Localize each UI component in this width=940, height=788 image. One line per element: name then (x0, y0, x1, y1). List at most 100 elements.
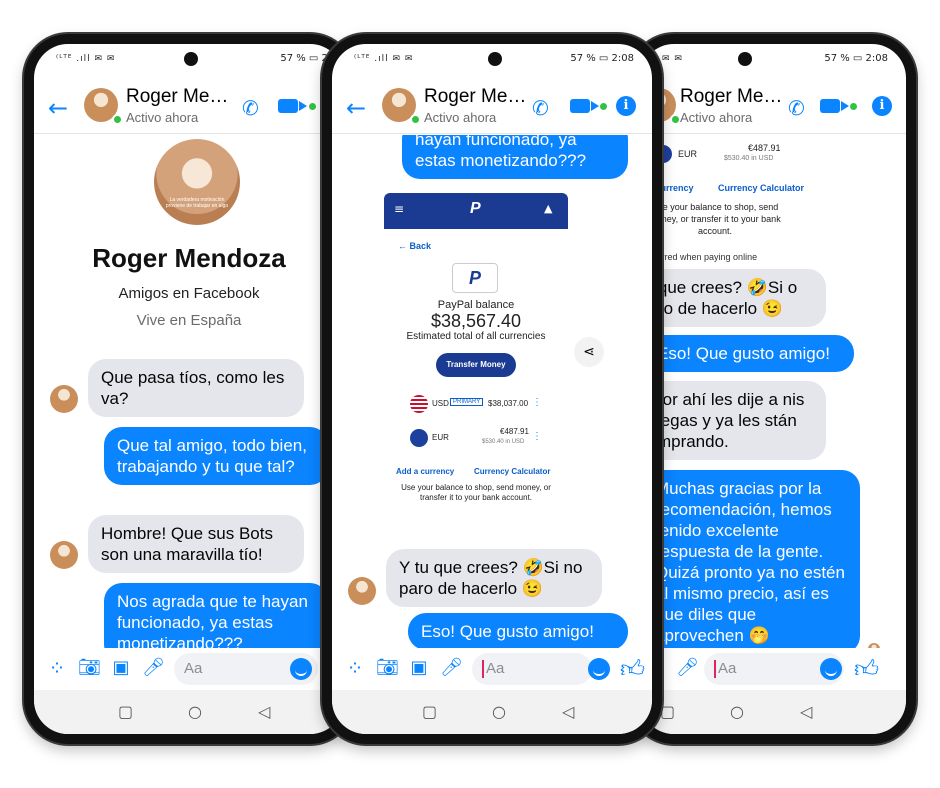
gallery-icon[interactable]: ▣ (408, 657, 430, 679)
sender-avatar (50, 385, 78, 413)
message-incoming: a por ahí les dije a nis colegas y ya le… (640, 381, 826, 460)
menu-icon[interactable]: ≡ (394, 202, 404, 216)
profile-photo[interactable]: La verdadera motivación proviene de trab… (154, 139, 240, 225)
gallery-icon[interactable]: ▣ (110, 657, 132, 679)
apps-grid-icon[interactable]: ⁘ (46, 657, 68, 679)
like-thumb-icon[interactable]: 👍︎ (854, 655, 879, 684)
sender-avatar (348, 577, 376, 605)
paypal-topbar: ≡ P ▲ (384, 193, 568, 229)
video-call-icon[interactable] (820, 99, 849, 113)
recents-button[interactable]: ▢ (422, 702, 437, 721)
like-thumb-icon[interactable]: 👍︎ (620, 655, 645, 684)
usd-primary-badge: PRIMARY (450, 398, 484, 406)
home-button[interactable]: ○ (492, 702, 506, 721)
transfer-money-button[interactable]: Transfer Money (436, 353, 516, 377)
eur-amount: €487.91 (748, 143, 781, 153)
info-icon[interactable]: i (616, 96, 636, 116)
back-nav-button[interactable]: ◁ (562, 702, 574, 721)
home-button[interactable]: ○ (188, 702, 202, 721)
message-incoming: Hombre! Que sus Bots son una maravilla t… (88, 515, 304, 573)
paypal-screenshot: EUR €487.91 $530.40 in USD d a currency … (640, 135, 810, 262)
composer: ▣ 🎤︎ Aa 👍︎ (640, 648, 906, 690)
home-button[interactable]: ○ (730, 702, 744, 721)
eur-code: EUR (678, 149, 698, 159)
currency-calculator-link[interactable]: Currency Calculator (718, 183, 804, 193)
balance-label: PayPal balance (437, 299, 515, 311)
paypal-back-text: Back (409, 241, 432, 251)
composer: ⁘ 📷︎ ▣ 🎤︎ Aa 👍︎ (332, 648, 652, 690)
online-indicator (410, 114, 421, 125)
front-camera (738, 52, 752, 66)
message-outgoing: Eso! Que gusto amigo! (644, 335, 854, 372)
chat-content: EUR €487.91 $530.40 in USD d a currency … (640, 135, 906, 648)
back-nav-button[interactable]: ◁ (258, 702, 270, 721)
contact-status: Activo ahora (126, 110, 199, 125)
emoji-icon[interactable] (820, 658, 842, 680)
composer: ⁘ 📷︎ ▣ 🎤︎ Aa (34, 648, 344, 690)
front-camera (184, 52, 198, 66)
contact-name[interactable]: Roger Me… (126, 86, 228, 108)
contact-status: Activo ahora (680, 110, 753, 125)
usd-more-icon[interactable]: ⋮ (532, 397, 542, 408)
eur-code: EUR (432, 433, 449, 442)
balance-note: Use your balance to shop, send money, or… (649, 202, 781, 236)
profile-friends: Amigos en Facebook (118, 285, 260, 302)
profile-name: Roger Mendoza (92, 243, 286, 273)
eur-more-icon[interactable]: ⋮ (532, 431, 542, 442)
recents-button[interactable]: ▢ (118, 702, 133, 721)
system-nav-bar: ▢ ○ ◁ (34, 690, 344, 734)
info-icon[interactable]: i (872, 96, 892, 116)
battery-time: 57 % ▭ 2:08 (570, 53, 634, 64)
back-nav-button[interactable]: ◁ (800, 702, 812, 721)
emoji-icon[interactable] (290, 658, 312, 680)
status-bar: ⁽ᴸᵀᴱ .ıll ✉ ✉ 57 % ▭ 2:08 (332, 44, 652, 74)
camera-icon[interactable]: 📷︎ (376, 657, 399, 679)
balance-note: Use your balance to shop, send money, or… (401, 483, 551, 502)
recents-button[interactable]: ▢ (660, 702, 675, 721)
message-input[interactable]: Aa (472, 653, 592, 685)
message-incoming: Y tu que crees? 🤣Si no paro de hacerlo 😉 (386, 549, 602, 607)
text-caret (714, 660, 716, 679)
phone-call-icon[interactable]: ✆ (532, 96, 549, 120)
contact-name[interactable]: Roger Me… (680, 86, 782, 108)
phone-call-icon[interactable]: ✆ (242, 96, 259, 120)
back-arrow-icon[interactable]: ← (346, 94, 366, 122)
chat-content: La verdadera motivación proviene de trab… (34, 135, 344, 648)
chat-content: hayan funcionado, ya estas monetizando??… (332, 135, 652, 648)
currency-calculator-link[interactable]: Currency Calculator (474, 467, 550, 476)
apps-grid-icon[interactable]: ⁘ (344, 657, 366, 679)
microphone-icon[interactable]: 🎤︎ (142, 657, 165, 679)
eur-sub: $530.40 in USD (482, 439, 525, 445)
online-indicator (112, 114, 123, 125)
chat-header: Roger Me… Activo ahora ✆ i (640, 80, 906, 134)
back-arrow-icon[interactable]: ← (48, 94, 68, 122)
microphone-icon[interactable]: 🎤︎ (676, 657, 699, 679)
message-outgoing: Nos agrada que te hayan funcionado, ya e… (104, 583, 328, 648)
camera-icon[interactable]: 📷︎ (78, 657, 101, 679)
status-bar: ⁽ᴸᵀᴱ .ıll ✉ ✉ 57 % ▭ 2:07 (34, 44, 344, 74)
message-outgoing: Que tal amigo, todo bien, trabajando y t… (104, 427, 328, 485)
phone-3: ✉ ✉ 57 % ▭ 2:08 Roger Me… Activo ahora ✆… (630, 34, 916, 744)
front-camera (488, 52, 502, 66)
add-currency-link[interactable]: Add a currency (396, 467, 454, 476)
emoji-icon[interactable] (588, 658, 610, 680)
video-call-icon[interactable] (278, 99, 307, 113)
phone-call-icon[interactable]: ✆ (788, 96, 805, 120)
active-dot (600, 103, 607, 110)
contact-name[interactable]: Roger Me… (424, 86, 526, 108)
signal-icons: ⁽ᴸᵀᴱ .ıll ✉ ✉ (354, 54, 414, 64)
eur-amount: €487.91 (500, 427, 529, 436)
phone-1-screen: ⁽ᴸᵀᴱ .ıll ✉ ✉ 57 % ▭ 2:07 ← Roger Me… Ac… (34, 44, 344, 734)
paypal-back-link[interactable]: ← Back (398, 241, 431, 251)
paypal-badge-icon: P (452, 263, 498, 293)
message-outgoing: hayan funcionado, ya estas monetizando??… (402, 135, 628, 179)
sender-avatar (50, 541, 78, 569)
microphone-icon[interactable]: 🎤︎ (440, 657, 463, 679)
share-button[interactable]: ⋖ (574, 337, 604, 367)
usd-flag-icon (410, 395, 428, 413)
phone-2-screen: ⁽ᴸᵀᴱ .ıll ✉ ✉ 57 % ▭ 2:08 ← Roger Me… Ac… (332, 44, 652, 734)
video-call-icon[interactable] (570, 99, 599, 113)
balance-estimated: Estimated total of all currencies (406, 331, 546, 342)
phone-3-screen: ✉ ✉ 57 % ▭ 2:08 Roger Me… Activo ahora ✆… (640, 44, 906, 734)
notification-bell-icon[interactable]: ▲ (544, 202, 552, 215)
